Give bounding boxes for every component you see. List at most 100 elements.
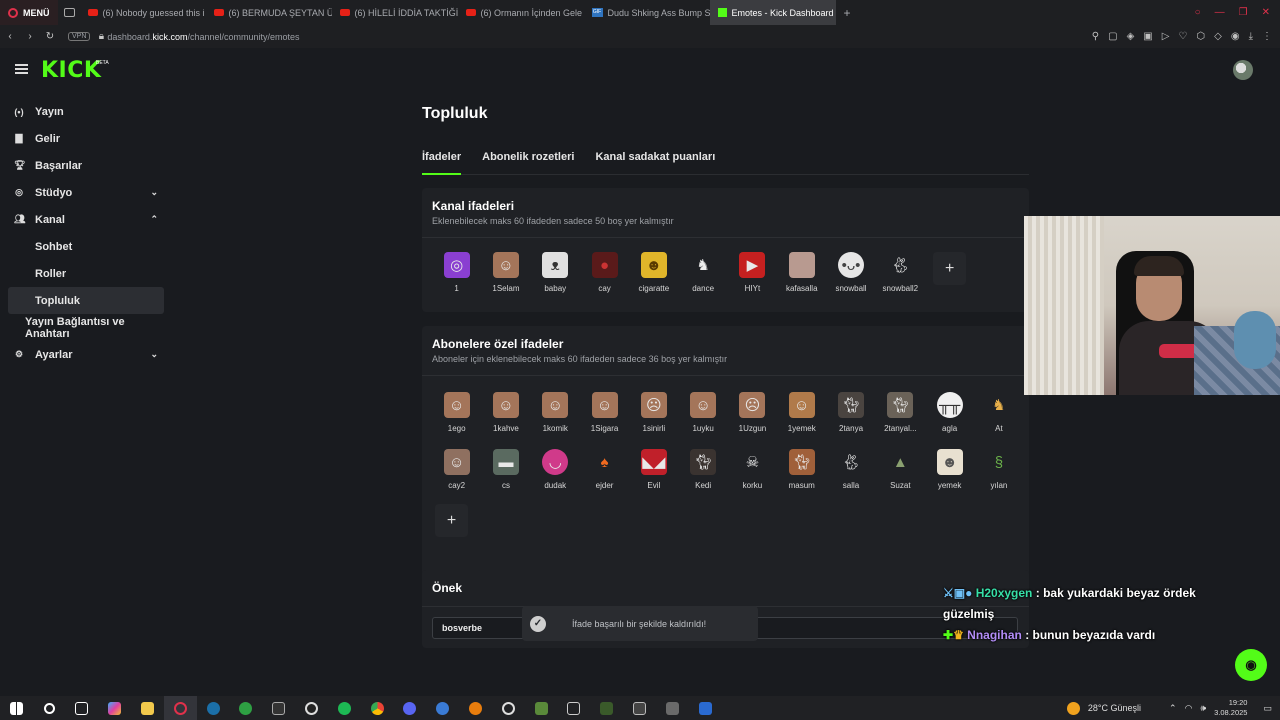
emote-item[interactable]: 🐈︎ 2tanyal...: [876, 392, 925, 433]
workspace-tab[interactable]: [58, 0, 80, 25]
clock[interactable]: 19:20 3.08.2025: [1214, 698, 1247, 718]
discord-icon[interactable]: [394, 696, 427, 720]
speedometer-icon[interactable]: [492, 696, 525, 720]
ship-icon[interactable]: [656, 696, 689, 720]
sidebar-item-stream-key[interactable]: Yayın Bağlantısı ve Anahtarı: [8, 314, 164, 341]
emote-item[interactable]: ♞ At: [974, 392, 1023, 433]
more-icon[interactable]: ⋮: [1262, 31, 1272, 42]
emote-item[interactable]: ☺ 1yemek: [777, 392, 826, 433]
emote-item[interactable]: ☹ 1Uzgun: [728, 392, 777, 433]
monitor-icon[interactable]: [623, 696, 656, 720]
browser-tab[interactable]: (6) Nobody guessed this i: [80, 0, 206, 25]
tab-sub-badges[interactable]: Abonelik rozetleri: [482, 140, 574, 175]
emote-item[interactable]: ☹ 1sinirli: [629, 392, 678, 433]
vpn-badge[interactable]: VPN: [68, 32, 91, 41]
emote-item[interactable]: ▶ HIYt: [728, 252, 777, 293]
chrome-icon[interactable]: [361, 696, 394, 720]
share-icon[interactable]: ◇: [1214, 31, 1222, 42]
emote-item[interactable]: ☺ 1Selam: [481, 252, 530, 293]
emote-item[interactable]: ☺ 1kahve: [481, 392, 530, 433]
emote-item[interactable]: ☠ korku: [728, 449, 777, 490]
tab-emotes[interactable]: İfadeler: [422, 140, 462, 175]
heart-icon[interactable]: ♡: [1178, 31, 1187, 42]
emote-item[interactable]: ▬ cs: [481, 449, 530, 490]
new-tab-button[interactable]: +: [836, 6, 859, 20]
file-explorer-icon[interactable]: [131, 696, 164, 720]
chevron-down-icon[interactable]: ⌄: [150, 349, 158, 360]
sidebar-item-gelir[interactable]: ▇ Gelir: [8, 125, 164, 152]
emote-item[interactable]: ᴥ babay: [531, 252, 580, 293]
emote-item[interactable]: ☺ 1komik: [531, 392, 580, 433]
pin-icon[interactable]: ⚲: [1092, 31, 1099, 42]
notification-icon[interactable]: ▭: [1263, 703, 1272, 714]
volume-icon[interactable]: 🕪︎: [1200, 703, 1206, 714]
opera-menu-button[interactable]: MENÜ: [0, 0, 58, 25]
wallet-icon[interactable]: ▣: [1143, 31, 1152, 42]
download-icon[interactable]: ⤓: [1249, 31, 1253, 42]
emote-item[interactable]: 🐈︎ Kedi: [678, 449, 727, 490]
shield-icon[interactable]: ◈: [1127, 31, 1135, 42]
wifi-icon[interactable]: ◠: [1185, 703, 1193, 714]
emote-item[interactable]: ▲ Suzat: [876, 449, 925, 491]
emote-item[interactable]: § yılan: [974, 449, 1023, 491]
sidebar-item-topluluk[interactable]: Topluluk: [8, 287, 164, 314]
emote-item[interactable]: •ᴗ• snowball: [826, 252, 875, 293]
emote-item[interactable]: ☻ cigaratte: [629, 252, 678, 293]
sidebar-item-yayin[interactable]: (•) Yayın: [8, 98, 164, 125]
browser-tab-active[interactable]: Emotes - Kick Dashboard: [709, 0, 836, 25]
emote-item[interactable]: ◣◢ Evil: [629, 449, 678, 490]
tray-chevron-icon[interactable]: ⌃: [1169, 703, 1177, 714]
spotify-icon[interactable]: [328, 696, 361, 720]
close-icon[interactable]: ✕: [1262, 7, 1270, 18]
url-field[interactable]: dashboard.kick.com/channel/community/emo…: [107, 32, 299, 42]
app-b-icon[interactable]: [689, 696, 722, 720]
back-icon[interactable]: ‹: [0, 31, 20, 42]
windows-start-icon[interactable]: [0, 696, 33, 720]
kick-logo[interactable]: KICK: [41, 58, 101, 83]
emote-item[interactable]: ♠ ejder: [580, 449, 629, 491]
task-view-icon[interactable]: [66, 696, 99, 720]
epic-games-icon[interactable]: [262, 696, 295, 720]
chevron-down-icon[interactable]: ⌄: [150, 187, 158, 198]
browser-tab[interactable]: (6) BERMUDA ŞEYTAN Ü: [206, 0, 332, 25]
emote-item[interactable]: 🐇︎ snowball2: [876, 252, 925, 293]
sidebar-item-kanal[interactable]: 👥︎ Kanal ⌃: [8, 206, 164, 233]
emote-item[interactable]: ● cay: [580, 252, 629, 293]
emote-item[interactable]: kafasalla: [777, 252, 826, 293]
tab-loyalty-points[interactable]: Kanal sadakat puanları: [595, 140, 715, 175]
browser-tab[interactable]: (6) HİLELİ İDDİA TAKTİĞİ: [332, 0, 458, 25]
search-icon[interactable]: [33, 696, 66, 720]
blender-icon[interactable]: [459, 696, 492, 720]
sidebar-item-sohbet[interactable]: Sohbet: [8, 233, 164, 260]
emote-item[interactable]: ☺ 1Sigara: [580, 392, 629, 433]
hamburger-menu-icon[interactable]: [15, 64, 28, 74]
reload-icon[interactable]: ↻: [40, 31, 60, 42]
sidebar-item-basarilar[interactable]: 🏆︎ Başarılar: [8, 152, 164, 179]
app-icon[interactable]: [426, 696, 459, 720]
emote-item[interactable]: ◡ dudak: [531, 449, 580, 490]
minecraft-icon[interactable]: [525, 696, 558, 720]
sidebar-item-studyo[interactable]: ◎ Stüdyo ⌄: [8, 179, 164, 206]
search-icon[interactable]: ○: [1195, 7, 1201, 18]
emote-item[interactable]: ☺ 1uyku: [678, 392, 727, 433]
emote-item[interactable]: 🐈︎ masum: [777, 449, 826, 490]
minimize-icon[interactable]: —: [1215, 7, 1225, 18]
chevron-up-icon[interactable]: ⌃: [150, 214, 158, 225]
browser-tab[interactable]: GIF Dudu Shking Ass Bump S: [584, 0, 710, 25]
sidebar-item-ayarlar[interactable]: ⚙ Ayarlar ⌄: [8, 341, 164, 368]
xbox-icon[interactable]: [230, 696, 263, 720]
player-icon[interactable]: ▷: [1162, 31, 1170, 42]
maximize-icon[interactable]: ❐: [1239, 7, 1248, 18]
copilot-icon[interactable]: [98, 696, 131, 720]
browser-tab[interactable]: (6) Ormanın İçinden Gele: [458, 0, 584, 25]
support-chat-icon[interactable]: ◉: [1235, 649, 1267, 681]
steam-icon[interactable]: [197, 696, 230, 720]
profile-icon[interactable]: ◉: [1231, 31, 1240, 42]
opera-taskbar-icon[interactable]: [163, 696, 197, 720]
emote-item[interactable]: ╥╥ agla: [925, 392, 974, 433]
extensions-icon[interactable]: ⬡: [1196, 31, 1205, 42]
obs-icon[interactable]: [295, 696, 328, 720]
emote-item[interactable]: ◎ 1: [432, 252, 481, 293]
tool-icon[interactable]: [558, 696, 591, 720]
emote-item[interactable]: ☺ cay2: [432, 449, 481, 490]
